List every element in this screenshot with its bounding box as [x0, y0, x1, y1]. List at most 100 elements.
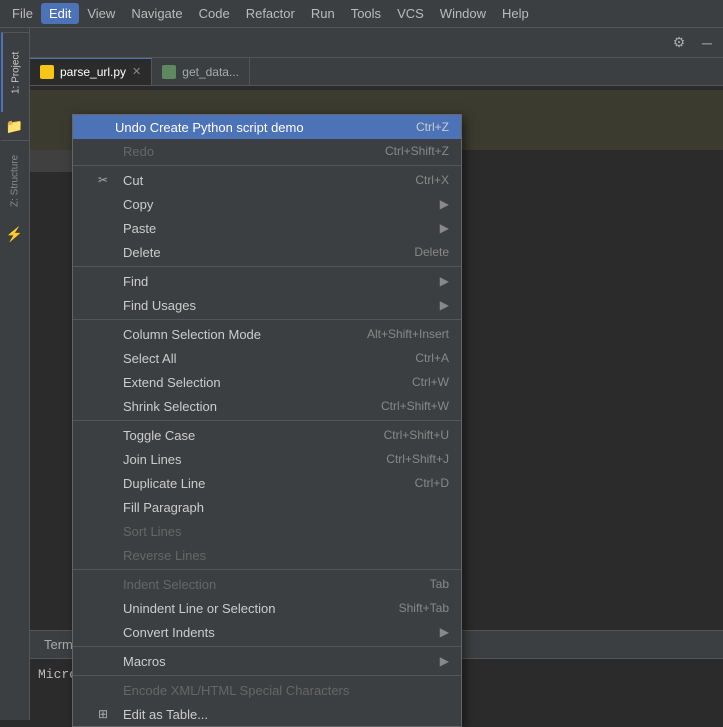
menu-item-copy[interactable]: Copy ▶: [73, 192, 461, 216]
tab-label-parse-url: parse_url.py: [60, 65, 126, 79]
macros-label: Macros: [123, 654, 166, 669]
edit-table-icon: ⊞: [93, 707, 113, 721]
menu-item-indent-sel: Indent Selection Tab: [73, 572, 461, 596]
menu-item-unindent[interactable]: Unindent Line or Selection Shift+Tab: [73, 596, 461, 620]
menu-view[interactable]: View: [79, 3, 123, 24]
tab-icon-parse-url: [40, 65, 54, 79]
dup-line-shortcut: Ctrl+D: [415, 476, 449, 490]
menu-item-select-all[interactable]: Select All Ctrl+A: [73, 346, 461, 370]
menu-item-fill-para[interactable]: Fill Paragraph: [73, 495, 461, 519]
paste-arrow: ▶: [440, 221, 449, 235]
col-sel-label: Column Selection Mode: [123, 327, 261, 342]
shrink-sel-shortcut: Ctrl+Shift+W: [381, 399, 449, 413]
menu-vcs[interactable]: VCS: [389, 3, 432, 24]
menu-item-undo[interactable]: Undo Create Python script demo Ctrl+Z: [73, 115, 461, 139]
menu-item-col-sel[interactable]: Column Selection Mode Alt+Shift+Insert: [73, 322, 461, 346]
menu-refactor[interactable]: Refactor: [238, 3, 303, 24]
separator-3: [73, 319, 461, 320]
paste-label: Paste: [123, 221, 156, 236]
sidebar-tab-project[interactable]: 1: Project: [1, 32, 29, 112]
menu-item-encode-xml: Encode XML/HTML Special Characters: [73, 678, 461, 702]
toolbar-minimize-button[interactable]: ─: [695, 31, 719, 55]
extend-sel-shortcut: Ctrl+W: [412, 375, 449, 389]
menu-item-paste[interactable]: Paste ▶: [73, 216, 461, 240]
unindent-label: Unindent Line or Selection: [123, 601, 276, 616]
menu-run[interactable]: Run: [303, 3, 343, 24]
menu-item-sort-lines: Sort Lines: [73, 519, 461, 543]
cut-label: Cut: [123, 173, 143, 188]
menu-help[interactable]: Help: [494, 3, 537, 24]
tab-bar: parse_url.py ✕ get_data...: [30, 58, 723, 86]
menu-item-cut[interactable]: ✂ Cut Ctrl+X: [73, 168, 461, 192]
separator-1: [73, 165, 461, 166]
menu-file[interactable]: File: [4, 3, 41, 24]
separator-2: [73, 266, 461, 267]
indent-sel-shortcut: Tab: [430, 577, 449, 591]
main-layout: 1: Project 📁 Z: Structure ⚡ ⚙ ─ parse_ur…: [0, 28, 723, 720]
join-lines-label: Join Lines: [123, 452, 182, 467]
content-area: ⚙ ─ parse_url.py ✕ get_data...: [30, 28, 723, 720]
menu-edit[interactable]: Edit: [41, 3, 79, 24]
dup-line-label: Duplicate Line: [123, 476, 205, 491]
convert-indents-label: Convert Indents: [123, 625, 215, 640]
separator-5: [73, 569, 461, 570]
menu-item-find-usages[interactable]: Find Usages ▶: [73, 293, 461, 317]
edit-dropdown-menu: Undo Create Python script demo Ctrl+Z Re…: [72, 114, 462, 727]
delete-shortcut: Delete: [414, 245, 449, 259]
menu-item-shrink-sel[interactable]: Shrink Selection Ctrl+Shift+W: [73, 394, 461, 418]
menu-bar: File Edit View Navigate Code Refactor Ru…: [0, 0, 723, 28]
dropdown-overlay: Undo Create Python script demo Ctrl+Z Re…: [30, 86, 723, 630]
convert-indents-arrow: ▶: [440, 625, 449, 639]
reverse-lines-label: Reverse Lines: [123, 548, 206, 563]
encode-xml-label: Encode XML/HTML Special Characters: [123, 683, 349, 698]
toolbar-settings-button[interactable]: ⚙: [667, 31, 691, 55]
select-all-label: Select All: [123, 351, 176, 366]
unindent-shortcut: Shift+Tab: [399, 601, 449, 615]
indent-sel-label: Indent Selection: [123, 577, 216, 592]
toolbar: ⚙ ─: [30, 28, 723, 58]
menu-item-delete[interactable]: Delete Delete: [73, 240, 461, 264]
toggle-case-shortcut: Ctrl+Shift+U: [384, 428, 449, 442]
menu-item-toggle-case[interactable]: Toggle Case Ctrl+Shift+U: [73, 423, 461, 447]
menu-item-macros[interactable]: Macros ▶: [73, 649, 461, 673]
menu-item-reverse-lines: Reverse Lines: [73, 543, 461, 567]
join-lines-shortcut: Ctrl+Shift+J: [386, 452, 449, 466]
menu-item-convert-indents[interactable]: Convert Indents ▶: [73, 620, 461, 644]
separator-6: [73, 646, 461, 647]
menu-item-dup-line[interactable]: Duplicate Line Ctrl+D: [73, 471, 461, 495]
separator-4: [73, 420, 461, 421]
menu-navigate[interactable]: Navigate: [123, 3, 190, 24]
menu-item-find[interactable]: Find ▶: [73, 269, 461, 293]
menu-window[interactable]: Window: [432, 3, 494, 24]
menu-item-join-lines[interactable]: Join Lines Ctrl+Shift+J: [73, 447, 461, 471]
tab-get-data[interactable]: get_data...: [152, 58, 250, 85]
tab-parse-url[interactable]: parse_url.py ✕: [30, 58, 152, 85]
col-sel-shortcut: Alt+Shift+Insert: [367, 327, 449, 341]
find-label: Find: [123, 274, 148, 289]
tab-icon-get-data: [162, 65, 176, 79]
tab-close-parse-url[interactable]: ✕: [132, 67, 141, 78]
find-usages-arrow: ▶: [440, 298, 449, 312]
copy-label: Copy: [123, 197, 153, 212]
menu-item-extend-sel[interactable]: Extend Selection Ctrl+W: [73, 370, 461, 394]
sidebar-icon-structure[interactable]: ⚡: [1, 220, 29, 248]
select-all-shortcut: Ctrl+A: [415, 351, 449, 365]
sidebar-left: 1: Project 📁 Z: Structure ⚡: [0, 28, 30, 720]
undo-shortcut: Ctrl+Z: [416, 120, 449, 134]
find-usages-label: Find Usages: [123, 298, 196, 313]
separator-7: [73, 675, 461, 676]
menu-item-redo: Redo Ctrl+Shift+Z: [73, 139, 461, 163]
menu-item-edit-table[interactable]: ⊞ Edit as Table...: [73, 702, 461, 726]
macros-arrow: ▶: [440, 654, 449, 668]
sidebar-icon-folder[interactable]: 📁: [1, 112, 29, 140]
toggle-case-label: Toggle Case: [123, 428, 195, 443]
editor-area[interactable]: Undo Create Python script demo Ctrl+Z Re…: [30, 86, 723, 630]
undo-label: Undo Create Python script demo: [115, 120, 304, 135]
menu-code[interactable]: Code: [191, 3, 238, 24]
menu-tools[interactable]: Tools: [343, 3, 389, 24]
shrink-sel-label: Shrink Selection: [123, 399, 217, 414]
delete-label: Delete: [123, 245, 161, 260]
edit-table-label: Edit as Table...: [123, 707, 208, 722]
sidebar-tab-structure[interactable]: Z: Structure: [1, 140, 29, 220]
sort-lines-label: Sort Lines: [123, 524, 182, 539]
